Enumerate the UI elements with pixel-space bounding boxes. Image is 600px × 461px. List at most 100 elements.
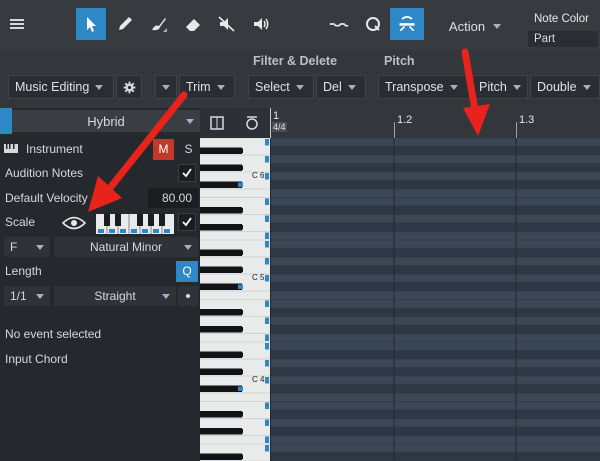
bar-line [270,108,271,138]
preset-dropdown[interactable]: Hybrid [12,110,200,132]
grid-row[interactable] [270,206,600,215]
timeline-ruler[interactable]: 1 4/4 1.2 1.3 [200,108,600,138]
eye-icon[interactable] [62,216,86,230]
note-color-value[interactable]: Part [528,31,598,47]
grid-row[interactable] [270,299,600,309]
scale-type-dropdown[interactable]: Natural Minor [54,237,198,257]
audition-checkbox[interactable] [178,164,196,182]
grid-row[interactable] [270,418,600,428]
root-note-dropdown[interactable]: F [4,237,50,257]
black-key[interactable] [200,411,242,418]
grid-row[interactable] [270,367,600,377]
pencil-tool-icon[interactable] [110,8,140,40]
length-value-dropdown[interactable]: 1/1 [4,286,50,306]
select-button[interactable]: Select [248,75,314,99]
black-key[interactable] [200,326,242,333]
grid-row[interactable] [270,291,600,300]
grid-row[interactable] [270,214,600,224]
eraser-tool-icon[interactable] [178,8,208,40]
grid-row[interactable] [270,342,600,351]
note-grid[interactable] [270,138,600,461]
grid-row[interactable] [270,384,600,394]
mute-tool-icon[interactable] [212,8,242,40]
paint-tool-icon[interactable] [144,8,174,40]
black-key[interactable] [200,351,242,359]
grid-row[interactable] [270,333,600,343]
grid-row[interactable] [270,452,600,461]
listen-tool-icon[interactable] [246,8,276,40]
pitch-button[interactable]: Pitch [472,75,528,99]
grid-row[interactable] [270,248,600,258]
black-key[interactable] [200,266,242,274]
quantize-icon[interactable] [358,8,388,40]
grid-row[interactable] [270,376,600,385]
ruler-track[interactable]: 1 4/4 1.2 1.3 [270,108,600,138]
arrow-tool-icon[interactable] [76,8,106,40]
grid-row[interactable] [270,427,600,436]
grid-row[interactable] [270,180,600,190]
note-color-control[interactable]: Note Color Part [526,10,600,48]
black-key[interactable] [200,181,242,189]
grid-row[interactable] [270,282,600,292]
black-key[interactable] [200,164,242,172]
grid-row[interactable] [270,444,600,453]
grid-row[interactable] [270,172,600,181]
piano-roll-grid[interactable] [270,138,600,461]
black-key[interactable] [200,207,242,214]
length-mode-dropdown[interactable]: Straight [54,286,176,306]
grid-row[interactable] [270,401,600,411]
piano-keyboard[interactable]: C 6 C 5 C 4 [200,138,270,461]
grid-row[interactable] [270,155,600,164]
grid-row[interactable] [270,197,600,207]
grid-row[interactable] [270,393,600,402]
grid-row[interactable] [270,223,600,232]
mute-button[interactable]: M [153,139,174,160]
black-key[interactable] [200,453,242,461]
black-key[interactable] [200,385,242,393]
gear-button[interactable] [116,75,142,99]
filter-dropdown[interactable] [155,75,177,99]
grid-row[interactable] [270,359,600,368]
snap-icon[interactable] [210,116,224,130]
grid-row[interactable] [270,350,600,360]
loop-icon[interactable] [244,115,260,131]
split-icon[interactable] [390,8,424,40]
solo-button[interactable]: S [178,139,199,160]
black-key[interactable] [200,283,242,291]
grid-row[interactable] [270,265,600,275]
grid-row[interactable] [270,189,600,198]
quantize-length-button[interactable]: Q [176,261,198,282]
grid-row[interactable] [270,138,600,147]
velocity-field[interactable]: 80.00 [148,188,198,208]
event-status-row: No event selected [0,322,200,346]
black-key[interactable] [200,224,242,231]
grid-row[interactable] [270,308,600,317]
trim-button[interactable]: Trim [179,75,235,99]
double-button[interactable]: Double [530,75,600,99]
grid-row[interactable] [270,410,600,419]
grid-row[interactable] [270,316,600,326]
grid-row[interactable] [270,257,600,266]
black-key[interactable] [200,428,242,435]
menu-icon[interactable] [2,8,32,40]
bend-icon[interactable] [322,8,356,40]
action-button[interactable]: Action [430,13,520,39]
grid-row[interactable] [270,163,600,173]
mode-dropdown[interactable]: Music Editing [8,75,114,99]
grid-row[interactable] [270,231,600,241]
delete-button[interactable]: Del [316,75,366,99]
grid-row[interactable] [270,240,600,249]
grid-row[interactable] [270,274,600,283]
grid-row[interactable] [270,435,600,445]
piano-keys[interactable] [200,138,270,461]
grid-row[interactable] [270,325,600,334]
scale-keyboard-icon[interactable] [96,214,174,234]
black-key[interactable] [200,249,242,257]
dot-toggle[interactable] [178,286,198,306]
transpose-button[interactable]: Transpose [378,75,470,99]
scale-checkbox[interactable] [178,213,196,231]
grid-row[interactable] [270,146,600,156]
black-key[interactable] [200,309,242,316]
black-key[interactable] [200,147,242,155]
black-key[interactable] [200,368,242,376]
